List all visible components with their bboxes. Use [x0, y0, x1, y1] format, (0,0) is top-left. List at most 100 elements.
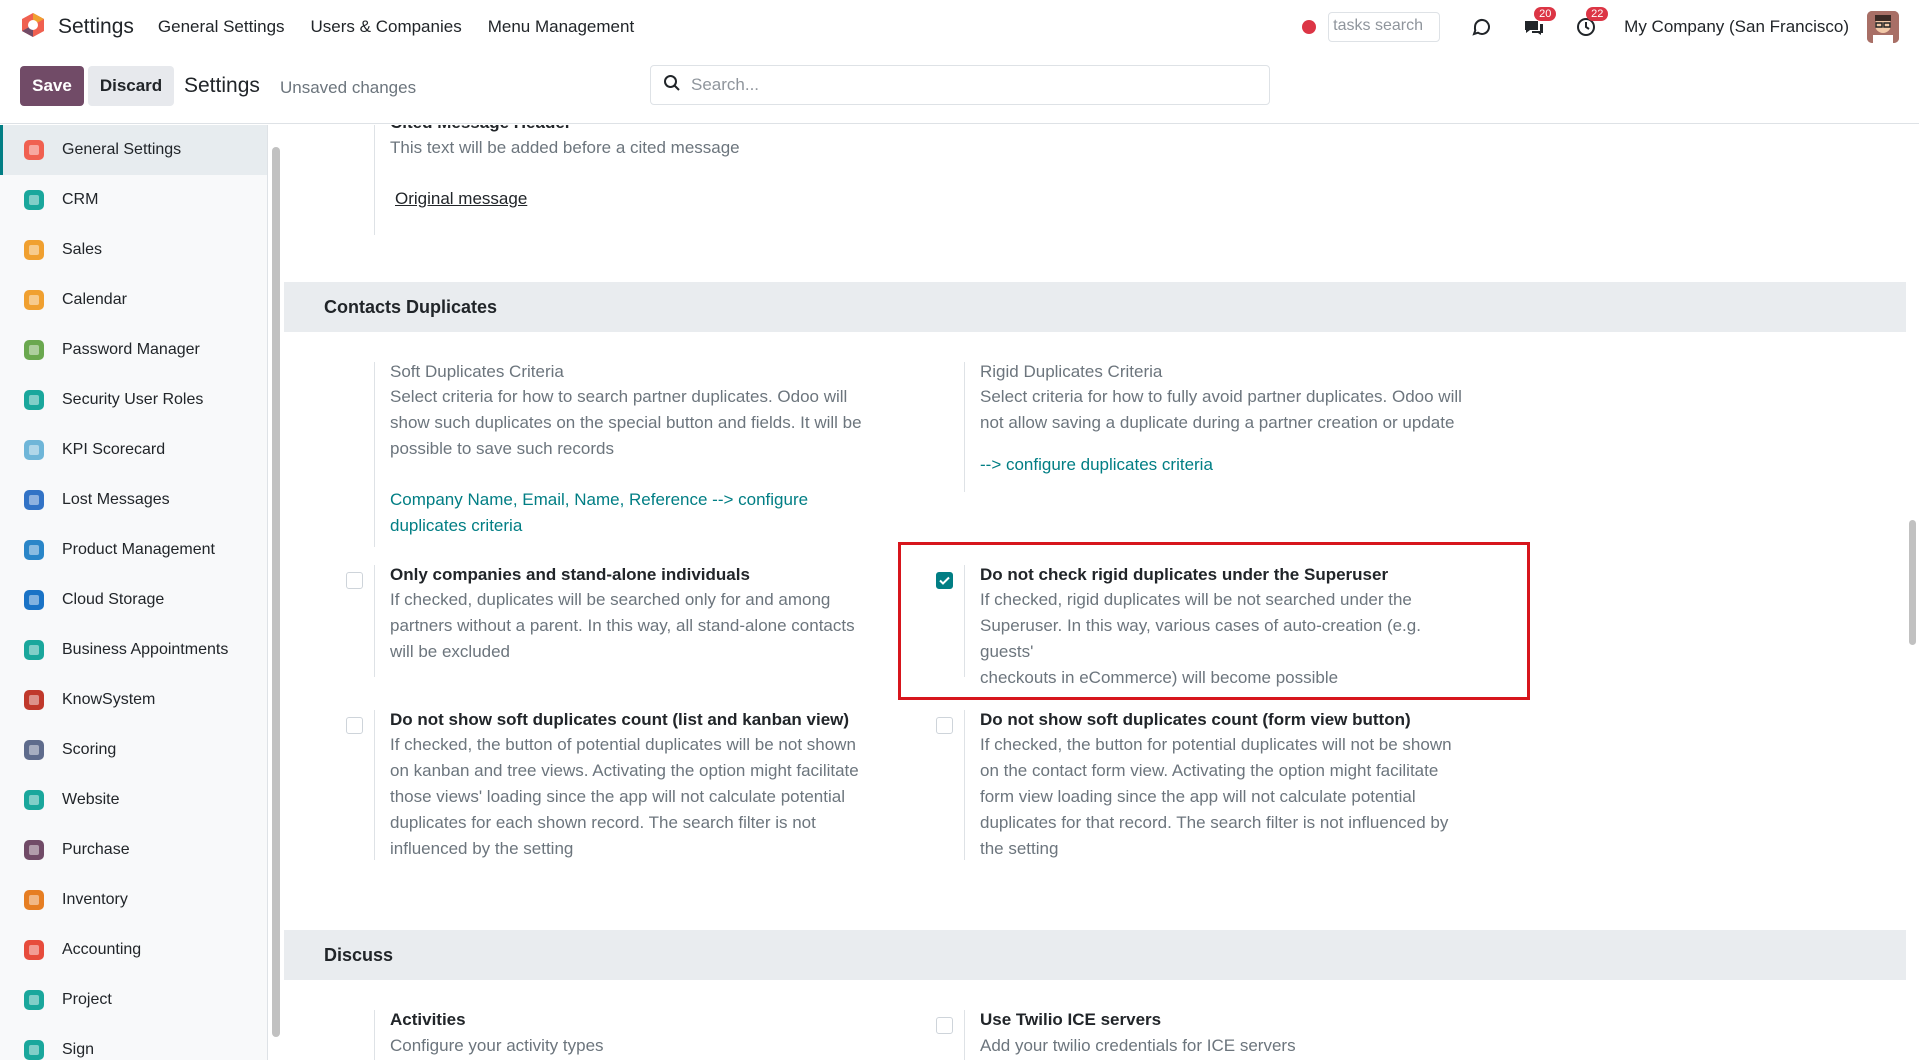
- discard-button[interactable]: Discard: [88, 66, 174, 106]
- sidebar-item-label: Website: [62, 791, 120, 808]
- sidebar-item-label: Calendar: [62, 291, 127, 308]
- setting-divider: [374, 565, 375, 677]
- sidebar-item-label: Accounting: [62, 941, 142, 958]
- desc-line: those views' loading since the app will …: [390, 787, 845, 806]
- desc-line: If checked, the button for potential dup…: [980, 735, 1452, 754]
- product-icon: [20, 536, 48, 564]
- soft-criteria-desc: Select criteria for how to search partne…: [390, 384, 862, 462]
- desc-line: on kanban and tree views. Activating the…: [390, 761, 859, 780]
- sidebar-item-security-user-roles[interactable]: Security User Roles: [0, 375, 267, 425]
- rigid-criteria-configure-link[interactable]: --> configure duplicates criteria: [980, 452, 1213, 478]
- sidebar-item-label: Business Appointments: [62, 641, 229, 658]
- messages-icon[interactable]: 20: [1520, 7, 1557, 41]
- cited-message-desc: This text will be added before a cited m…: [390, 138, 740, 157]
- sidebar-item-product-management[interactable]: Product Management: [0, 525, 267, 575]
- purchase-icon: [20, 836, 48, 864]
- cloud-icon: [20, 586, 48, 614]
- content-scrollbar[interactable]: [1906, 125, 1919, 1060]
- sidebar-item-label: Inventory: [62, 891, 128, 908]
- desc-line: duplicates for each shown record. The se…: [390, 813, 816, 832]
- only-companies-setting: Only companies and stand-alone individua…: [284, 565, 874, 677]
- sidebar-item-label: KnowSystem: [62, 691, 156, 708]
- sidebar-item-accounting[interactable]: Accounting: [0, 925, 267, 975]
- desc-line: the setting: [980, 839, 1059, 858]
- desc-line: partners without a parent. In this way, …: [390, 616, 855, 635]
- setting-divider: [374, 362, 375, 547]
- company-switcher[interactable]: My Company (San Francisco): [1624, 17, 1849, 37]
- sidebar-item-inventory[interactable]: Inventory: [0, 875, 267, 925]
- sidebar-item-calendar[interactable]: Calendar: [0, 275, 267, 325]
- activities-desc[interactable]: Configure your activity types: [390, 1036, 604, 1056]
- sidebar-item-general-settings[interactable]: General Settings: [0, 125, 267, 175]
- sidebar-item-label: Product Management: [62, 541, 215, 558]
- setting-divider: [964, 1010, 965, 1060]
- content-scrollbar-thumb[interactable]: [1909, 520, 1916, 645]
- section-contacts-duplicates: Contacts Duplicates: [284, 282, 1906, 332]
- odoo-icon: [20, 136, 48, 164]
- sidebar-scrollbar-thumb[interactable]: [272, 147, 280, 1037]
- sidebar-item-crm[interactable]: CRM: [0, 175, 267, 225]
- desc-line: If checked, duplicates will be searched …: [390, 590, 831, 609]
- sidebar-item-cloud-storage[interactable]: Cloud Storage: [0, 575, 267, 625]
- control-panel: Save Discard Settings Unsaved changes Se…: [0, 54, 1919, 124]
- rigid-criteria-title: Rigid Duplicates Criteria: [980, 362, 1163, 381]
- sidebar-item-label: Sign: [62, 1041, 95, 1058]
- top-menu: General Settings Users & Companies Menu …: [158, 17, 660, 37]
- app-brand[interactable]: Settings: [20, 12, 134, 43]
- no-soft-list-checkbox[interactable]: [346, 717, 363, 734]
- settings-sidebar: General Settings CRM Sales Calendar Password…: [0, 125, 268, 1060]
- cited-message-title: Cited Message Header: [390, 125, 571, 133]
- desc-line: If checked, the button of potential dupl…: [390, 735, 856, 754]
- settings-search-input[interactable]: Search...: [650, 65, 1270, 105]
- no-soft-list-setting: Do not show soft duplicates count (list …: [284, 710, 874, 860]
- navbar-systray: tasks search 20 22 My Company (San Franc…: [1302, 0, 1919, 54]
- sidebar-item-sales[interactable]: Sales: [0, 225, 267, 275]
- setting-divider: [374, 710, 375, 860]
- tasks-search-input[interactable]: tasks search: [1328, 12, 1441, 42]
- soft-criteria-configure-link[interactable]: Company Name, Email, Name, Reference -->…: [390, 487, 808, 539]
- sidebar-item-label: Purchase: [62, 841, 130, 858]
- sidebar-item-label: CRM: [62, 191, 99, 208]
- user-avatar[interactable]: [1867, 11, 1899, 43]
- sidebar-item-knowsystem[interactable]: KnowSystem: [0, 675, 267, 725]
- record-indicator-icon[interactable]: [1302, 20, 1317, 34]
- sidebar-item-business-appointments[interactable]: Business Appointments: [0, 625, 267, 675]
- menu-menu-management[interactable]: Menu Management: [488, 17, 634, 37]
- original-message-link[interactable]: Original message: [395, 189, 527, 209]
- sidebar-item-label: Scoring: [62, 741, 117, 758]
- link-line[interactable]: duplicates criteria: [390, 513, 808, 539]
- menu-users-companies[interactable]: Users & Companies: [311, 17, 462, 37]
- sidebar-item-purchase[interactable]: Purchase: [0, 825, 267, 875]
- only-companies-checkbox[interactable]: [346, 572, 363, 589]
- save-button[interactable]: Save: [20, 66, 84, 106]
- sidebar-item-password-manager[interactable]: Password Manager: [0, 325, 267, 375]
- messages-badge: 20: [1534, 7, 1557, 21]
- books-icon: [20, 686, 48, 714]
- inventory-icon: [20, 886, 48, 914]
- sidebar-item-lost-messages[interactable]: Lost Messages: [0, 475, 267, 525]
- page-title: Settings: [184, 74, 260, 97]
- project-icon: [20, 986, 48, 1014]
- twilio-checkbox[interactable]: [936, 1017, 953, 1034]
- twilio-desc: Add your twilio credentials for ICE serv…: [980, 1036, 1296, 1055]
- menu-general-settings[interactable]: General Settings: [158, 17, 285, 37]
- sidebar-item-label: Password Manager: [62, 341, 200, 358]
- activity-clock-icon[interactable]: 22: [1572, 7, 1609, 41]
- top-navbar: Settings General Settings Users & Compan…: [0, 0, 1919, 54]
- no-soft-form-desc: If checked, the button for potential dup…: [980, 732, 1452, 862]
- sidebar-item-scoring[interactable]: Scoring: [0, 725, 267, 775]
- link-line[interactable]: Company Name, Email, Name, Reference -->…: [390, 487, 808, 513]
- rigid-criteria-desc: Select criteria for how to fully avoid p…: [980, 384, 1462, 436]
- website-icon: [20, 786, 48, 814]
- sidebar-item-kpi-scorecard[interactable]: KPI Scorecard: [0, 425, 267, 475]
- no-soft-form-checkbox[interactable]: [936, 717, 953, 734]
- no-soft-list-title: Do not show soft duplicates count (list …: [390, 710, 850, 729]
- desc-line: form view loading since the app will not…: [980, 787, 1416, 806]
- sidebar-item-project[interactable]: Project: [0, 975, 267, 1025]
- sidebar-item-website[interactable]: Website: [0, 775, 267, 825]
- voip-icon[interactable]: [1468, 13, 1496, 41]
- calendar-icon: [20, 286, 48, 314]
- sidebar-scrollbar[interactable]: [270, 125, 282, 1060]
- sidebar-item-label: Security User Roles: [62, 391, 204, 408]
- sidebar-item-sign[interactable]: Sign: [0, 1025, 267, 1060]
